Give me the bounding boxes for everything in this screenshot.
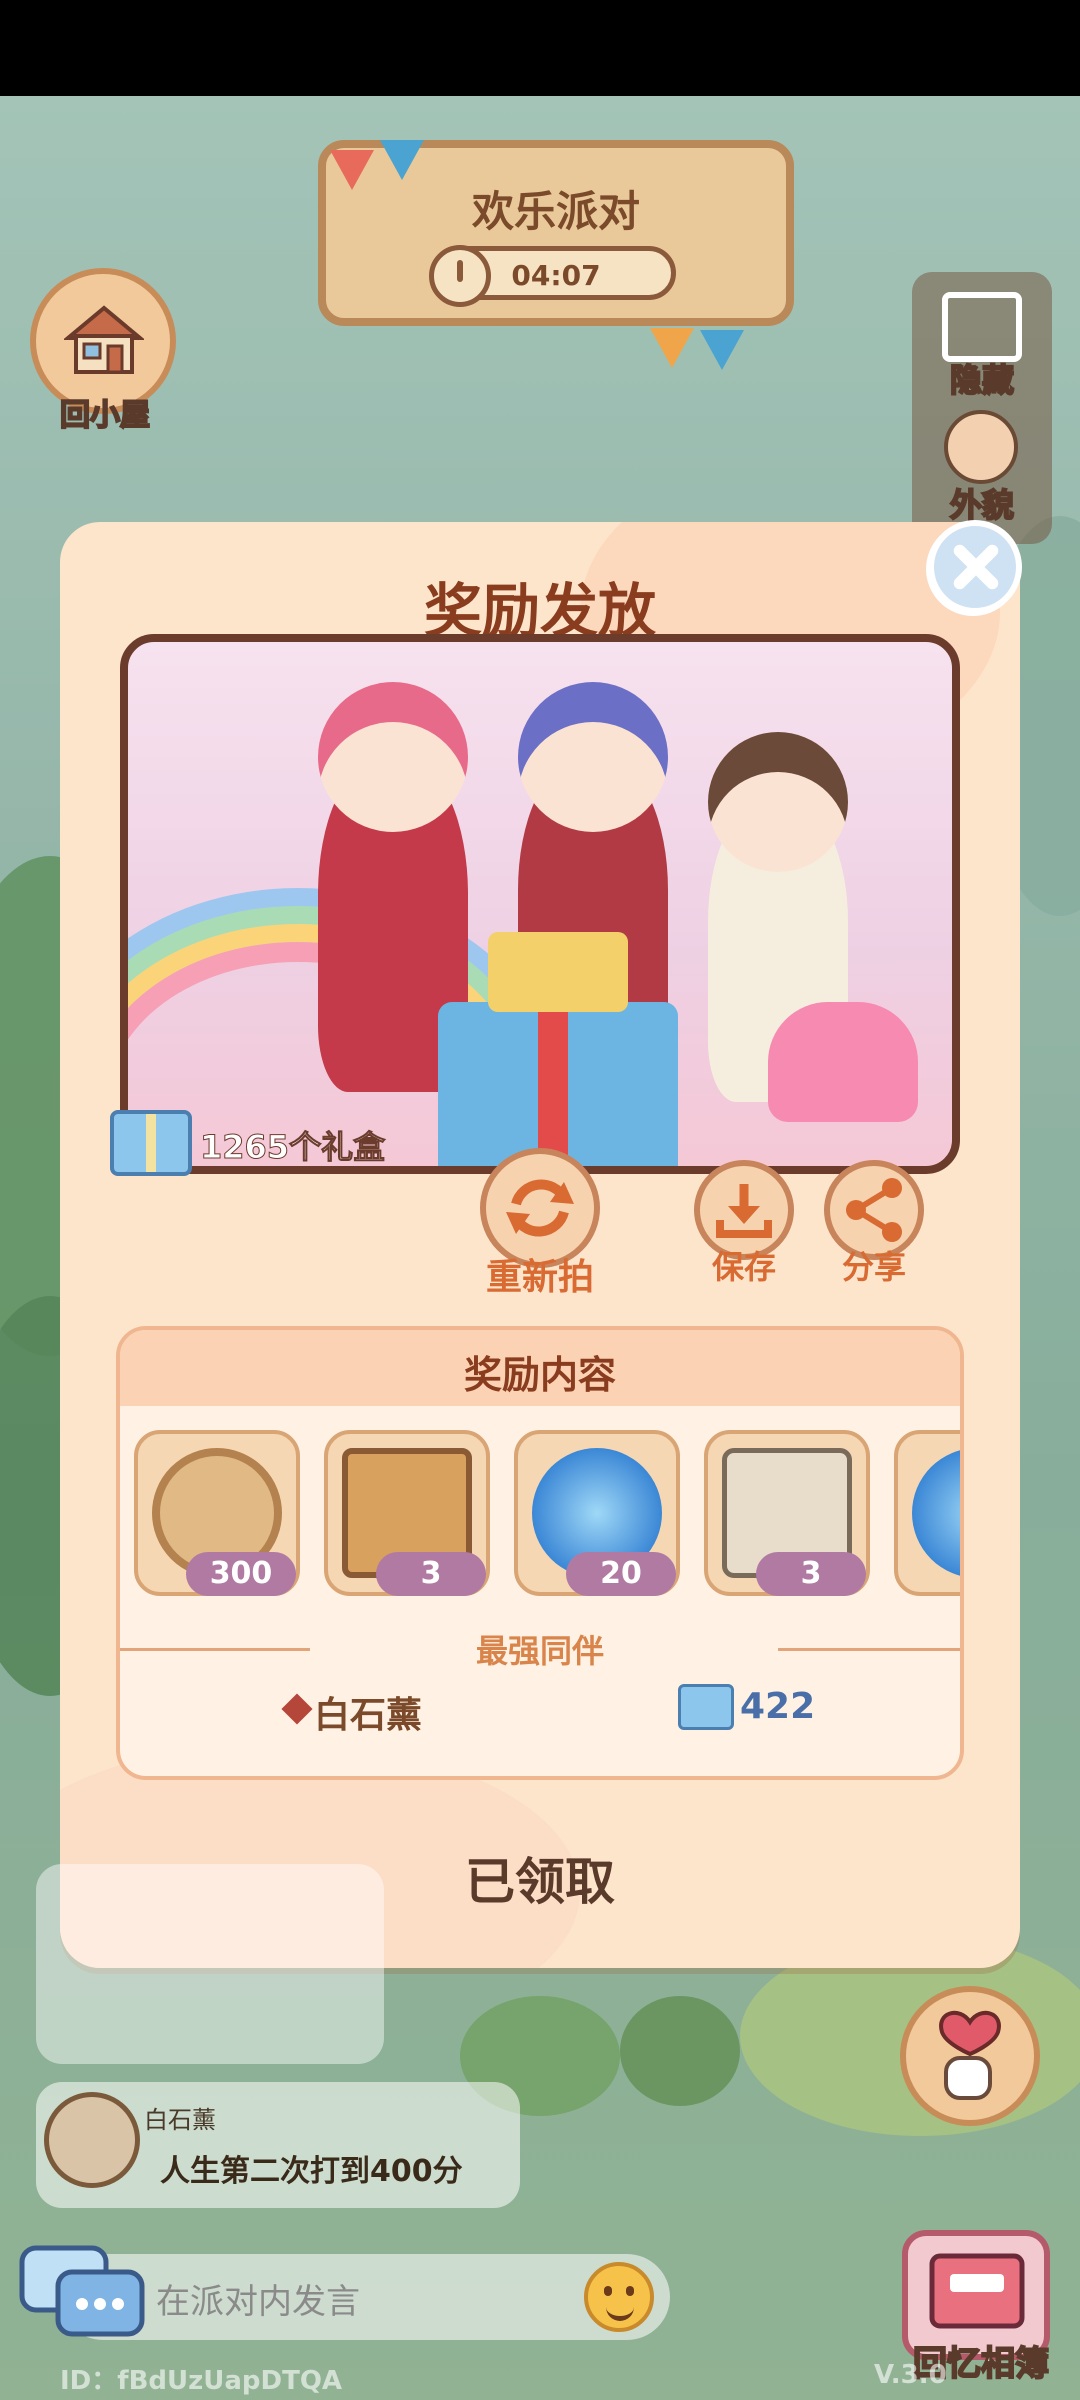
house-icon xyxy=(64,305,144,374)
close-icon[interactable] xyxy=(928,520,1022,614)
refresh-icon xyxy=(506,1179,574,1237)
blue-orb-icon xyxy=(912,1448,960,1578)
reward-item[interactable]: 300 xyxy=(134,1430,300,1596)
companion-gift-count: 422 xyxy=(740,1686,816,1727)
pennant-icon xyxy=(330,150,374,190)
version-text: V.3.0 xyxy=(874,2360,947,2390)
chat-input-bar[interactable] xyxy=(60,2254,670,2340)
save-label[interactable]: 保存 xyxy=(680,1242,808,1288)
home-label: 回小屋 xyxy=(59,397,151,434)
character-head xyxy=(318,682,468,832)
party-timer: 04:07 xyxy=(429,245,676,307)
character-head xyxy=(708,732,848,872)
companion-label: 最强同伴 xyxy=(475,1632,604,1670)
download-icon xyxy=(716,1184,772,1238)
chat-placeholder[interactable]: 在派对内发言 xyxy=(156,2274,360,2323)
share-icon xyxy=(846,1178,902,1242)
gift-stack xyxy=(438,932,678,1166)
character-head xyxy=(518,682,668,832)
appearance-label[interactable]: 外貌 xyxy=(912,480,1052,526)
reward-content-box: 奖励内容 300 3 20 3 最强同伴 白石薰 422 xyxy=(116,1326,964,1780)
pennant-icon xyxy=(700,330,744,370)
party-group-photo xyxy=(120,634,960,1174)
feed-username: 白石薰 xyxy=(144,2106,216,2134)
item-count: 3 xyxy=(376,1552,486,1596)
feed-card xyxy=(36,1864,384,2064)
pennant-icon xyxy=(650,328,694,368)
reward-item[interactable]: 3 xyxy=(324,1430,490,1596)
reward-item-partial[interactable] xyxy=(894,1430,960,1596)
feed-message: 人生第二次打到400分 xyxy=(160,2154,463,2189)
appearance-avatar-icon[interactable] xyxy=(944,410,1018,484)
hide-label[interactable]: 隐藏 xyxy=(912,355,1052,401)
item-count: 3 xyxy=(756,1552,866,1596)
gift-box-icon xyxy=(110,1110,192,1176)
diamond-icon xyxy=(281,1693,313,1725)
companion-name: 白石薰 xyxy=(314,1695,423,1736)
gift-box-icon xyxy=(678,1684,734,1730)
reward-header: 奖励内容 xyxy=(120,1330,960,1406)
emoji-icon[interactable] xyxy=(584,2262,654,2332)
chat-bubble-icon[interactable] xyxy=(18,2244,148,2340)
avatar xyxy=(44,2092,140,2188)
timer-text: 04:07 xyxy=(511,259,601,292)
reward-items-row[interactable]: 300 3 20 3 xyxy=(134,1430,960,1600)
retake-label[interactable]: 重新拍 xyxy=(460,1248,620,1300)
gift-count: 1265个礼盒 xyxy=(199,1128,386,1167)
heart-balloon xyxy=(768,1002,918,1122)
heart-hand-icon xyxy=(939,2011,1001,2100)
reward-item[interactable]: 3 xyxy=(704,1430,870,1596)
party-title: 欢乐派对 xyxy=(471,187,640,236)
player-id: ID：fBdUzUapDTQA xyxy=(60,2366,343,2396)
hide-ui-icon[interactable] xyxy=(942,292,1022,362)
share-label[interactable]: 分享 xyxy=(810,1242,938,1288)
reward-header-text: 奖励内容 xyxy=(463,1353,616,1397)
reward-item[interactable]: 20 xyxy=(514,1430,680,1596)
item-count: 20 xyxy=(566,1552,676,1596)
gesture-heart-button[interactable] xyxy=(900,1986,1040,2126)
item-count: 300 xyxy=(186,1552,296,1596)
pennant-icon xyxy=(380,140,424,180)
